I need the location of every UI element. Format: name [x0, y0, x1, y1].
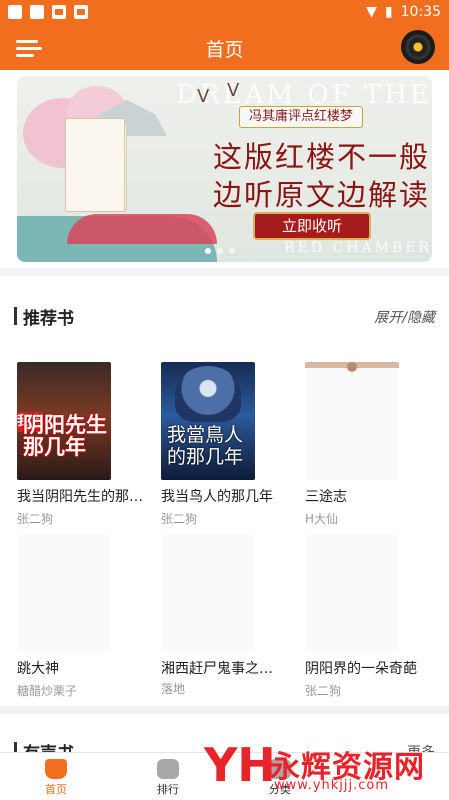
- book-cover[interactable]: 我當鳥人 的那几年: [161, 362, 255, 480]
- book-author: 张二狗: [305, 684, 342, 698]
- section-divider: [0, 268, 449, 276]
- cover-title: 我當鳥人 的那几年: [167, 424, 244, 468]
- crane-icon: ᐯ: [227, 80, 240, 101]
- banner-subtitle: 冯其庸评点红楼梦: [239, 106, 363, 128]
- book-cover[interactable]: [305, 534, 399, 652]
- book-author: 张二狗: [161, 512, 198, 526]
- expand-collapse-toggle[interactable]: 展开/隐藏: [374, 307, 435, 327]
- crane-icon: ᐯ: [197, 86, 210, 107]
- carousel-dot[interactable]: [205, 248, 211, 254]
- book-title: 三途志: [305, 489, 347, 505]
- notification-icon: [8, 5, 22, 19]
- book-cover[interactable]: 我当 阴阳先生 那几年: [17, 362, 111, 480]
- book-author: 糖醋炒栗子: [17, 684, 78, 698]
- section-divider: [0, 706, 449, 714]
- book-title: 跳大神: [17, 661, 59, 677]
- carousel-dot[interactable]: [229, 248, 235, 254]
- tab-ranking[interactable]: 排行: [123, 753, 213, 800]
- section-marker: [14, 307, 17, 325]
- book-author: H大仙: [305, 512, 339, 526]
- banner-headline: 这版红楼不一般: [213, 140, 431, 174]
- book-title: 我当鸟人的那几年: [161, 489, 273, 505]
- battery-icon: ▮: [384, 4, 393, 20]
- watermark-url: www.yhkjjj.com: [274, 778, 390, 793]
- book-cover[interactable]: [305, 362, 399, 480]
- banner-carousel[interactable]: DREAM OF THE RED CHAMBER ᐯ ᐯ 冯其庸评点红楼梦 这版…: [17, 76, 432, 262]
- tab-label: 首页: [45, 783, 67, 796]
- book-author: 张二狗: [17, 512, 54, 526]
- listen-now-button[interactable]: 立即收听: [253, 212, 371, 240]
- carousel-dot[interactable]: [217, 248, 223, 254]
- book-cover[interactable]: [161, 534, 255, 652]
- tab-home[interactable]: 首页: [11, 753, 101, 800]
- banner-headline: 边听原文边解读: [213, 178, 431, 212]
- home-icon: [45, 759, 67, 779]
- tab-label: 排行: [157, 783, 179, 796]
- watermark-logo: YH: [204, 738, 276, 792]
- recommended-header: 推荐书 展开/隐藏: [0, 296, 449, 336]
- book-title: 我当阴阳先生的那几年: [17, 489, 147, 505]
- banner-section: DREAM OF THE RED CHAMBER ᐯ ᐯ 冯其庸评点红楼梦 这版…: [0, 70, 449, 270]
- book-set-illustration: [65, 118, 127, 212]
- book-title: 阴阳界的一朵奇葩: [305, 661, 417, 677]
- notification-icon: [30, 5, 44, 19]
- mail-icon: [52, 5, 66, 19]
- status-bar: ▼ ▮ 10:35: [0, 0, 449, 24]
- status-time: 10:35: [400, 4, 441, 20]
- book-author: 落地: [161, 682, 186, 696]
- carousel-indicator: [205, 248, 235, 254]
- island-illustration: [67, 214, 217, 244]
- banner-ghost-text: RED CHAMBER: [284, 240, 432, 256]
- watermark: YH 永辉资源网 www.yhkjjj.com: [204, 738, 449, 800]
- cover-art: [175, 366, 241, 422]
- section-title: 推荐书: [23, 309, 74, 329]
- page-title: 首页: [205, 39, 244, 61]
- vinyl-record-icon[interactable]: [401, 30, 435, 64]
- app-icon: [74, 5, 88, 19]
- app-bar: 首页: [0, 24, 449, 70]
- book-cover[interactable]: [17, 534, 111, 652]
- cover-title: 阴阳先生 那几年: [23, 413, 107, 459]
- wifi-icon: ▼: [366, 4, 377, 20]
- book-title: 湘西赶尸鬼事之…: [161, 661, 273, 677]
- ranking-icon: [157, 759, 179, 779]
